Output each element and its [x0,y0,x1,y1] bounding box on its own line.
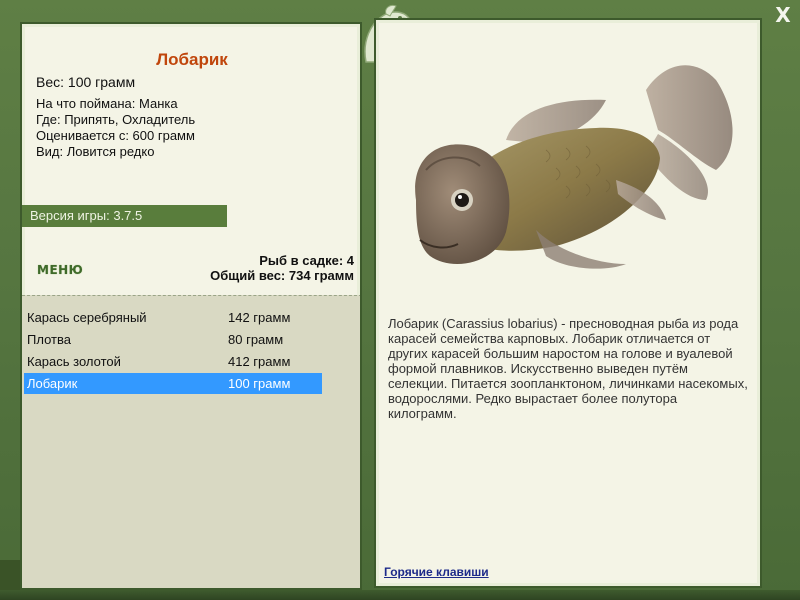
hotkeys-link[interactable]: Горячие клавиши [384,565,489,579]
menu-button[interactable]: МЕНЮ [37,263,83,277]
catch-list: Карась серебряный 142 грамм Плотва 80 грамм… [22,295,360,588]
close-button[interactable]: X [772,4,794,26]
bottom-strip [0,590,800,600]
catch-list-row[interactable]: Лобарик 100 грамм [24,373,322,394]
catch-fish-weight: 100 грамм [228,376,291,391]
rarity-line: Вид: Ловится редко [36,144,155,159]
catch-fish-weight: 80 грамм [228,332,284,347]
catch-fish-name: Карась золотой [27,354,121,369]
location-line: Где: Припять, Охладитель [36,112,196,127]
catch-fish-weight: 142 грамм [228,310,291,325]
bait-line: На что поймана: Манка [36,96,178,111]
catch-fish-name: Лобарик [27,376,78,391]
fish-description: Лобарик (Carassius lobarius) - пресновод… [388,316,748,421]
fish-description-panel: Лобарик (Carassius lobarius) - пресновод… [374,18,762,588]
catch-fish-weight: 412 грамм [228,354,291,369]
fish-count: Рыб в садке: 4 [259,253,354,268]
catch-list-row[interactable]: Карась серебряный 142 грамм [24,307,322,328]
catch-list-row[interactable]: Карась золотой 412 грамм [24,351,322,372]
valuation-line: Оценивается с: 600 грамм [36,128,195,143]
catch-fish-name: Плотва [27,332,71,347]
fish-name-title: Лобарик [156,50,228,69]
fish-info-panel: Лобарик Вес: 100 грамм На что поймана: М… [20,22,362,590]
game-version-bar: Версия игры: 3.7.5 [22,205,227,227]
total-weight: Общий вес: 734 грамм [210,268,354,283]
catch-list-row[interactable]: Плотва 80 грамм [24,329,322,350]
fish-details: На что поймана: Манка Где: Припять, Охла… [36,96,195,160]
catch-fish-name: Карась серебряный [27,310,147,325]
cage-stats: Рыб в садке: 4 Общий вес: 734 грамм [210,253,354,283]
lobarik-fish-image [415,65,733,269]
fish-weight: Вес: 100 грамм [36,74,136,90]
